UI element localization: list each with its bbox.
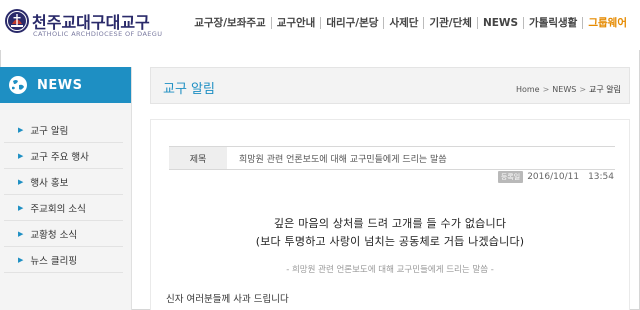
article-greeting: 신자 여러분들께 사과 드립니다 (166, 294, 289, 305)
nav-item-bishops[interactable]: 교구장/보좌주교 (189, 15, 270, 30)
nav-item-parishes[interactable]: 대리구/본당 (321, 15, 383, 30)
site-header: 천주교대구대교구 CATHOLIC ARCHDIOCESE OF DAEGU 교… (0, 0, 640, 50)
archdiocese-logo[interactable] (4, 8, 30, 34)
sidebar-item-label: 주교회의 소식 (30, 203, 86, 215)
nav-item-diocese-info[interactable]: 교구안내 (272, 15, 321, 30)
arrow-right-icon: ▶ (18, 203, 24, 212)
arrow-right-icon: ▶ (18, 151, 24, 160)
article-headline-line-2: (보다 투명하고 사랑이 넘치는 공동체로 거듭 나겠습니다) (255, 235, 525, 248)
sidebar: NEWS ▶ 교구 알림 ▶ 교구 주요 행사 ▶ 행사 홍보 ▶ 주교회의 소식 ▶ 교… (0, 67, 132, 310)
subject-row: 제목 희망원 관련 언론보도에 대해 교구민들에게 드리는 말씀 (169, 146, 615, 170)
top-navigation: 교구장/보좌주교 교구안내 대리구/본당 사제단 기관/단체 NEWS 가톨릭생… (189, 15, 632, 30)
sidebar-item-news-clipping[interactable]: ▶ 뉴스 클리핑 (4, 247, 123, 273)
breadcrumb: Home > NEWS > 교구 알림 (516, 84, 621, 95)
main-content: 교구 알림 Home > NEWS > 교구 알림 제목 희망원 관련 언론보도… (150, 67, 630, 310)
sidebar-item-major-events[interactable]: ▶ 교구 주요 행사 (4, 143, 123, 169)
sidebar-title: NEWS (37, 77, 83, 93)
nav-item-catholic-life[interactable]: 가톨릭생활 (524, 15, 582, 30)
brand-name-en: CATHOLIC ARCHDIOCESE OF DAEGU (33, 30, 163, 38)
sidebar-item-label: 뉴스 클리핑 (30, 255, 78, 267)
sidebar-item-label: 행사 홍보 (30, 177, 69, 189)
sidebar-item-diocese-notices[interactable]: ▶ 교구 알림 (4, 117, 123, 143)
article-date: 2016/10/11 (527, 172, 580, 182)
sidebar-item-bishops-conference[interactable]: ▶ 주교회의 소식 (4, 195, 123, 221)
article-time: 13:54 (588, 172, 614, 182)
nav-item-priests[interactable]: 사제단 (384, 15, 423, 30)
sidebar-item-event-promotion[interactable]: ▶ 행사 홍보 (4, 169, 123, 195)
arrow-right-icon: ▶ (18, 125, 24, 134)
article-meta: 등록일 2016/10/11 13:54 (497, 171, 614, 183)
nav-item-news[interactable]: NEWS (478, 17, 523, 29)
article-headline-line-1: 깊은 마음의 상처를 드려 고개를 들 수가 없습니다 (273, 217, 507, 230)
nav-item-organizations[interactable]: 기관/단체 (424, 15, 476, 30)
article-subject: 희망원 관련 언론보도에 대해 교구민들에게 드리는 말씀 (239, 154, 447, 165)
sidebar-header: NEWS (0, 67, 131, 103)
breadcrumb-home[interactable]: Home (516, 85, 540, 94)
globe-icon (9, 76, 27, 94)
sidebar-item-label: 교구 주요 행사 (30, 151, 89, 163)
page-title-bar: 교구 알림 Home > NEWS > 교구 알림 (150, 67, 630, 104)
sidebar-menu: ▶ 교구 알림 ▶ 교구 주요 행사 ▶ 행사 홍보 ▶ 주교회의 소식 ▶ 교황청 소식… (0, 103, 131, 273)
article-subheading: - 희망원 관련 언론보도에 대해 교구민들에게 드리는 말씀 - (286, 265, 494, 275)
breadcrumb-separator: > (542, 85, 550, 94)
date-badge: 등록일 (497, 171, 524, 183)
subject-label: 제목 (169, 147, 227, 169)
sidebar-item-holy-see-news[interactable]: ▶ 교황청 소식 (4, 221, 123, 247)
breadcrumb-current: 교구 알림 (589, 85, 621, 94)
page-title: 교구 알림 (163, 82, 215, 97)
nav-item-groupware[interactable]: 그룹웨어 (583, 15, 632, 30)
sidebar-item-label: 교황청 소식 (30, 229, 78, 241)
arrow-right-icon: ▶ (18, 255, 24, 264)
breadcrumb-news[interactable]: NEWS (552, 85, 576, 94)
arrow-right-icon: ▶ (18, 229, 24, 238)
arrow-right-icon: ▶ (18, 177, 24, 186)
sidebar-item-label: 교구 알림 (30, 125, 69, 137)
breadcrumb-separator: > (579, 85, 587, 94)
